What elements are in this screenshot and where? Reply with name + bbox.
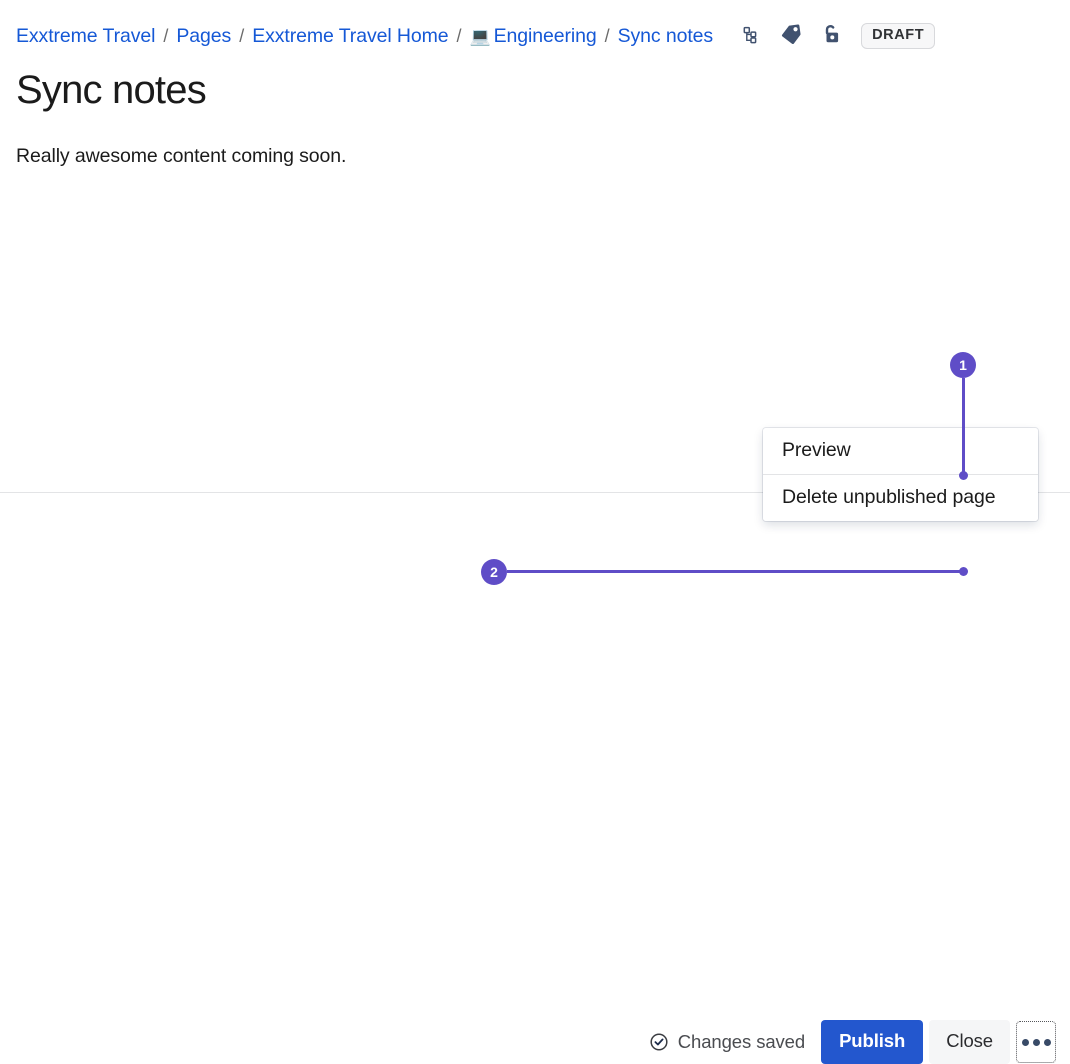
annotation-1-endpoint	[959, 471, 968, 480]
annotation-badge-1: 1	[950, 352, 976, 378]
page-tree-icon	[742, 26, 760, 47]
breadcrumb-separator: /	[456, 25, 462, 46]
check-circle-icon	[649, 1032, 669, 1052]
save-status: Changes saved	[649, 1031, 805, 1053]
dropdown-item-preview[interactable]: Preview	[763, 428, 1038, 474]
save-status-label: Changes saved	[677, 1030, 806, 1052]
more-actions-dropdown: Preview Delete unpublished page	[763, 428, 1038, 521]
page-title: Sync notes	[16, 68, 207, 112]
annotation-badge-2: 2	[481, 559, 507, 585]
publish-button[interactable]: Publish	[821, 1020, 924, 1064]
breadcrumb-item-home[interactable]: Exxtreme Travel Home	[252, 25, 448, 48]
breadcrumb-item-space[interactable]: Exxtreme Travel	[16, 25, 155, 48]
dropdown-item-delete-unpublished-page[interactable]: Delete unpublished page	[763, 475, 1038, 521]
breadcrumb-item-pages[interactable]: Pages	[176, 25, 231, 48]
breadcrumb-item-engineering[interactable]: 💻 Engineering	[470, 25, 597, 48]
footer-actions: Changes saved Publish Close	[649, 1020, 1056, 1064]
laptop-emoji-icon: 💻	[469, 26, 491, 46]
tag-icon	[780, 23, 803, 49]
breadcrumb-icon-group: DRAFT	[731, 20, 936, 52]
page-tree-button[interactable]	[731, 20, 771, 52]
breadcrumb-separator: /	[604, 25, 610, 46]
annotation-2-line	[507, 570, 964, 573]
breadcrumb-item-engineering-label: Engineering	[493, 24, 597, 47]
breadcrumb-bar: Exxtreme Travel / Pages / Exxtreme Trave…	[0, 20, 1070, 52]
status-badge: DRAFT	[861, 23, 936, 49]
unlock-icon	[820, 23, 842, 50]
breadcrumb-separator: /	[239, 25, 245, 46]
restrictions-button[interactable]	[811, 20, 851, 52]
more-actions-button[interactable]	[1016, 1020, 1056, 1063]
page-body-text[interactable]: Really awesome content coming soon.	[16, 145, 346, 168]
breadcrumb-item-current-page[interactable]: Sync notes	[618, 25, 714, 48]
close-button[interactable]: Close	[929, 1020, 1010, 1064]
annotation-2-endpoint	[959, 567, 968, 576]
labels-button[interactable]	[771, 20, 811, 52]
breadcrumb-separator: /	[163, 25, 169, 46]
more-horizontal-icon	[1020, 1034, 1053, 1049]
annotation-1-line	[962, 378, 965, 475]
